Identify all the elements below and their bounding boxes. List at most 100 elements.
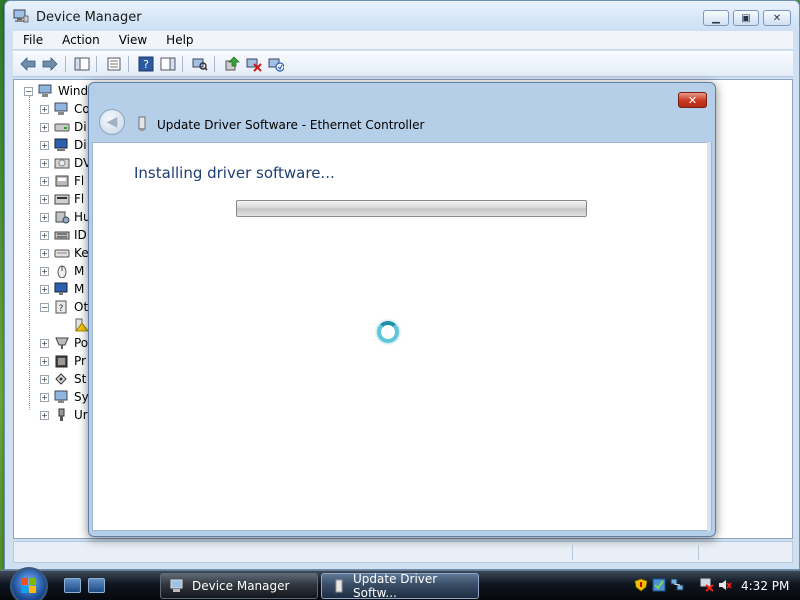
svg-text:?: ?	[59, 304, 64, 314]
update-driver-button[interactable]	[223, 55, 241, 73]
tree-item[interactable]: + Ur	[40, 406, 88, 424]
uninstall-device-icon	[268, 58, 284, 72]
show-hide-console-tree-button[interactable]	[73, 55, 91, 73]
close-button[interactable]: ✕	[763, 10, 791, 26]
tree-item-label: ID	[74, 228, 87, 242]
tree-item[interactable]: + ID	[40, 226, 87, 244]
tree-item-label: Ot	[74, 300, 89, 314]
taskbar-device-manager[interactable]: Device Manager	[160, 573, 318, 599]
dialog-scrollbar[interactable]	[707, 142, 711, 531]
taskbar-update-driver[interactable]: Update Driver Softw...	[321, 572, 479, 600]
maximize-button[interactable]: ▣	[733, 10, 759, 26]
tree-item[interactable]: + Co	[40, 100, 90, 118]
ports-icon	[55, 337, 69, 349]
toolbar-separator	[65, 56, 66, 72]
tree-item[interactable]: + DV	[40, 154, 91, 172]
expand-toggle[interactable]: +	[40, 104, 49, 114]
task-label: Update Driver Softw...	[353, 572, 438, 600]
show-hide-action-pane-button[interactable]	[159, 55, 177, 73]
expand-toggle[interactable]: +	[40, 284, 49, 294]
network-icon[interactable]	[670, 578, 684, 592]
uninstall-device-button[interactable]	[267, 55, 285, 73]
tree-item[interactable]: + Di	[40, 136, 87, 154]
expand-toggle[interactable]: +	[40, 410, 49, 420]
tree-item[interactable]: + Di	[40, 118, 87, 136]
expand-toggle[interactable]: +	[40, 122, 49, 132]
dialog-back-button[interactable]: ◀	[99, 109, 125, 135]
tree-item[interactable]: + M	[40, 280, 84, 298]
windows-update-icon[interactable]	[652, 578, 666, 592]
title-bar[interactable]: Device Manager ▁ ▣ ✕	[5, 1, 799, 31]
expand-toggle[interactable]: +	[40, 266, 49, 276]
volume-muted-icon[interactable]	[718, 578, 732, 592]
computer-icon	[38, 84, 52, 97]
taskbar: Device Manager Update Driver Softw... 4:…	[0, 567, 800, 600]
busy-spinner-icon	[377, 321, 399, 343]
other-devices-icon: ?	[55, 300, 67, 314]
collapse-toggle[interactable]: −	[24, 86, 33, 96]
menu-file[interactable]: File	[13, 33, 52, 47]
show-desktop-button[interactable]	[64, 578, 81, 593]
tree-item[interactable]: + Ke	[40, 244, 89, 262]
disk-drive-icon	[54, 123, 70, 132]
scan-hardware-button[interactable]	[191, 55, 209, 73]
tree-item[interactable]: + Po	[40, 334, 88, 352]
scan-hardware-icon	[192, 58, 208, 71]
keyboard-icon	[54, 249, 70, 258]
forward-button[interactable]	[41, 55, 59, 73]
expand-toggle[interactable]: +	[40, 338, 49, 348]
update-driver-dialog: ✕ ◀ Update Driver Software - Ethernet Co…	[88, 82, 716, 537]
tree-item-label: Di	[74, 120, 87, 134]
update-driver-icon	[225, 56, 240, 71]
tree-item[interactable]: + M	[40, 262, 84, 280]
menu-view[interactable]: View	[109, 33, 156, 47]
menu-action[interactable]: Action	[52, 33, 109, 47]
expand-toggle[interactable]: +	[40, 212, 49, 222]
security-shield-icon[interactable]	[634, 578, 648, 592]
collapse-toggle[interactable]: −	[40, 302, 49, 312]
status-bar	[13, 541, 793, 563]
menu-bar: File Action View Help	[13, 31, 793, 50]
clock[interactable]: 4:32 PM	[741, 579, 789, 593]
tree-item[interactable]: + Fl	[40, 172, 84, 190]
toolbar-separator	[128, 56, 129, 72]
expand-toggle[interactable]: +	[40, 176, 49, 186]
expand-toggle[interactable]: +	[40, 194, 49, 204]
tree-item[interactable]: −? Ot	[40, 298, 88, 316]
dvd-drive-icon	[54, 158, 70, 169]
floppy-drive-icon	[54, 194, 70, 205]
tree-item[interactable]: + Fl	[40, 190, 84, 208]
expand-toggle[interactable]: +	[40, 230, 49, 240]
switch-windows-button[interactable]	[88, 578, 105, 593]
expand-toggle[interactable]: +	[40, 248, 49, 258]
help-button[interactable]: ?	[137, 55, 155, 73]
toolbar: ?	[13, 51, 793, 77]
disable-device-button[interactable]	[245, 55, 263, 73]
toolbar-separator	[182, 56, 183, 72]
tree-item[interactable]: + St	[40, 370, 86, 388]
dialog-header: ◀ Update Driver Software - Ethernet Cont…	[97, 103, 709, 141]
tree-item[interactable]: + Sy	[40, 388, 89, 406]
expand-toggle[interactable]: +	[40, 374, 49, 384]
svg-text:?: ?	[143, 58, 149, 71]
tree-item-label: M	[74, 282, 85, 296]
installing-heading: Installing driver software...	[134, 164, 335, 182]
menu-help[interactable]: Help	[156, 33, 202, 47]
tree-item-label: M	[74, 264, 85, 278]
back-button[interactable]	[19, 55, 37, 73]
expand-toggle[interactable]: +	[40, 140, 49, 150]
expand-toggle[interactable]: +	[40, 392, 49, 402]
tree-item[interactable]: + Pr	[40, 352, 86, 370]
tree-root[interactable]: − Windo	[24, 82, 96, 100]
minimize-button[interactable]: ▁	[703, 10, 729, 26]
properties-button[interactable]	[105, 55, 123, 73]
computer-icon	[54, 102, 68, 115]
tree-item[interactable]: + Hu	[40, 208, 91, 226]
expand-toggle[interactable]: +	[40, 158, 49, 168]
expand-toggle[interactable]: +	[40, 356, 49, 366]
usb-controller-icon	[58, 408, 65, 421]
network-error-icon[interactable]	[700, 578, 714, 592]
processor-icon	[55, 355, 68, 368]
start-button[interactable]	[10, 567, 48, 600]
toolbar-separator	[214, 56, 215, 72]
